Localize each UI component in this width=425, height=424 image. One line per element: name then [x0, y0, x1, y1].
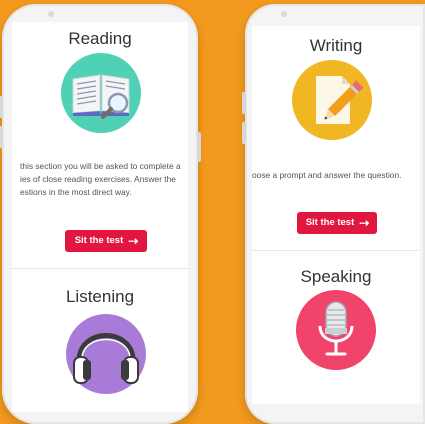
- camera-dot: [48, 11, 54, 17]
- description-line: this section you will be asked to comple…: [20, 161, 181, 171]
- button-label: Sit the test: [74, 235, 124, 246]
- section-divider: [12, 268, 188, 269]
- phone-right: Writing oose a prompt and answer the que…: [242, 4, 425, 424]
- writing-sit-test-button[interactable]: Sit the test ⇢: [297, 212, 377, 234]
- reading-sit-test-button[interactable]: Sit the test ⇢: [65, 230, 147, 252]
- power-button: [197, 132, 201, 162]
- screen-left: Reading this section you will be asked t…: [12, 22, 188, 412]
- volume-button: [242, 92, 246, 114]
- description-line: estions in the most direct way.: [20, 187, 132, 197]
- speaking-title: Speaking: [300, 267, 372, 286]
- book-magnifier-icon: [61, 53, 141, 133]
- volume-button: [0, 96, 3, 118]
- reading-description: this section you will be asked to comple…: [20, 160, 181, 199]
- headphones-icon: [66, 314, 146, 394]
- paper-pencil-icon: [292, 60, 372, 140]
- phone-left: Reading this section you will be asked t…: [0, 4, 201, 424]
- section-divider: [252, 250, 420, 251]
- volume-button: [242, 122, 246, 144]
- microphone-icon: [296, 290, 376, 370]
- reading-title: Reading: [68, 29, 132, 48]
- screen-right: Writing oose a prompt and answer the que…: [252, 26, 420, 404]
- listening-title: Listening: [65, 287, 135, 306]
- description-line: ies of close reading exercises. Answer t…: [20, 174, 176, 184]
- camera-dot: [281, 11, 287, 17]
- volume-button: [0, 126, 3, 148]
- arrow-right-icon: ⇢: [128, 234, 138, 248]
- writing-description: oose a prompt and answer the question.: [252, 169, 401, 182]
- description-line: oose a prompt and answer the question.: [252, 170, 402, 180]
- button-label: Sit the test: [305, 217, 355, 228]
- writing-title: Writing: [309, 36, 363, 55]
- arrow-right-icon: ⇢: [359, 216, 369, 230]
